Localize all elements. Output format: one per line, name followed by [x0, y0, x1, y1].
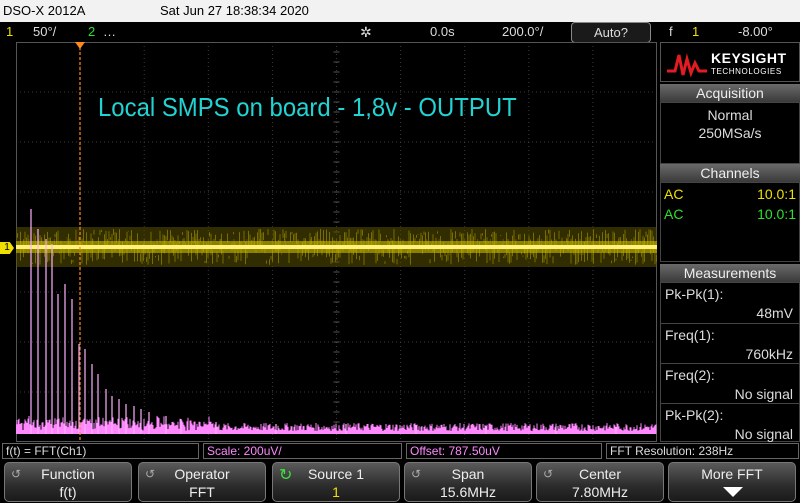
source1-softkey[interactable]: ↻ Source 1 1 — [272, 462, 400, 502]
softkey-value: 1 — [332, 484, 340, 500]
softkey-label: Source 1 — [307, 466, 365, 482]
time-delay[interactable]: 0.0s — [430, 24, 455, 39]
brand-name: KEYSIGHT — [711, 50, 787, 66]
math-offset: Offset: 787.50uV — [406, 443, 602, 459]
measurement-label: Freq(2): — [665, 367, 715, 383]
softkey-label: Operator — [174, 466, 230, 482]
measurement-value: 48mV — [756, 305, 793, 321]
status-bar: 1 50°/ 2 … ✲ 0.0s 200.0°/ f 1 -8.00° — [0, 22, 800, 42]
annotation-text[interactable]: Local SMPS on board - 1,8v - OUTPUT — [98, 92, 517, 123]
center-softkey[interactable]: ↺ Center 7.80MHz — [536, 462, 664, 502]
measurement-label: Pk-Pk(1): — [665, 286, 724, 302]
math-scale: Scale: 200uV/ — [203, 443, 402, 459]
model-name: DSO-X 2012A — [3, 3, 86, 18]
ch1-number[interactable]: 1 — [6, 24, 13, 39]
measurement-value: No signal — [734, 426, 793, 442]
softkey-value: f(t) — [59, 484, 77, 500]
span-softkey[interactable]: ↺ Span 15.6MHz — [404, 462, 532, 502]
operator-softkey[interactable]: ↺ Operator FFT — [138, 462, 266, 502]
measurement-item[interactable]: Freq(1): 760kHz — [661, 323, 799, 364]
channel-probe: 10.0:1 — [757, 206, 796, 222]
channel-row: AC 10.0:1 — [664, 206, 796, 222]
datetime: Sat Jun 27 18:38:34 2020 — [160, 3, 309, 18]
channel-coupling: AC — [664, 206, 684, 222]
function-softkey[interactable]: ↺ Function f(t) — [4, 462, 132, 502]
acquisition-header[interactable]: Acquisition — [660, 84, 800, 102]
measurements-header[interactable]: Measurements — [660, 264, 800, 282]
measurement-label: Pk-Pk(2): — [665, 407, 724, 423]
down-arrow-icon — [723, 487, 743, 497]
softkey-label: Center — [578, 466, 622, 482]
fft-resolution: FFT Resolution: 238Hz — [606, 443, 799, 459]
ch2-scale[interactable]: … — [103, 24, 116, 39]
acquisition-body: Normal 250MSa/s — [660, 102, 800, 164]
channel-probe: 10.0:1 — [757, 186, 796, 202]
softkey-label: Function — [41, 466, 95, 482]
channels-body: AC 10.0:1 AC 10.0:1 — [660, 182, 800, 262]
ch1-trace — [16, 227, 657, 267]
channel-marker-strip: 1 — [0, 42, 16, 442]
softkey-bar: ↺ Function f(t) ↺ Operator FFT ↻ Source … — [0, 461, 800, 503]
ch1-scale[interactable]: 50°/ — [33, 24, 56, 39]
measurement-item[interactable]: Pk-Pk(1): 48mV — [661, 283, 799, 323]
waveform-display[interactable]: Local SMPS on board - 1,8v - OUTPUT — [16, 42, 657, 442]
keysight-wave-icon — [667, 53, 707, 78]
ch1-marker-label: 1 — [4, 242, 10, 253]
more-fft-softkey[interactable]: More FFT — [668, 462, 796, 502]
trigger-level[interactable]: -8.00° — [738, 24, 773, 39]
channel-coupling: AC — [664, 186, 684, 202]
math-info-bar: f(t) = FFT(Ch1) Scale: 200uV/ Offset: 78… — [0, 443, 800, 460]
trigger-edge-icon: f — [669, 24, 673, 39]
time-scale[interactable]: 200.0°/ — [502, 24, 543, 39]
softkey-label: More FFT — [701, 466, 763, 482]
channels-header[interactable]: Channels — [660, 164, 800, 182]
sample-rate: 250MSa/s — [698, 125, 762, 141]
title-bar: DSO-X 2012A Sat Jun 27 18:38:34 2020 — [0, 0, 800, 22]
math-function: f(t) = FFT(Ch1) — [2, 443, 199, 459]
measurement-label: Freq(1): — [665, 327, 715, 343]
softkey-value: 15.6MHz — [439, 484, 497, 500]
brand-sub: TECHNOLOGIES — [711, 67, 782, 76]
measurement-value: 760kHz — [745, 346, 793, 362]
acquisition-mode: Normal — [707, 107, 753, 123]
measurement-value: No signal — [734, 386, 793, 402]
softkey-label: Span — [451, 466, 485, 482]
ch2-number[interactable]: 2 — [88, 24, 95, 39]
measurements-body: Pk-Pk(1): 48mV Freq(1): 760kHz Freq(2): … — [660, 282, 800, 442]
softkey-value: FFT — [189, 484, 215, 500]
ch1-ground-marker[interactable]: 1 — [0, 242, 14, 254]
measurement-item[interactable]: Freq(2): No signal — [661, 363, 799, 404]
info-panel: KEYSIGHT TECHNOLOGIES Acquisition Normal… — [660, 42, 800, 442]
channel-row: AC 10.0:1 — [664, 186, 796, 202]
trigger-mode-button[interactable]: Auto? — [571, 22, 651, 43]
measurement-item[interactable]: Pk-Pk(2): No signal — [661, 403, 799, 443]
trigger-position-marker — [75, 42, 85, 49]
trigger-channel: 1 — [692, 24, 700, 39]
keysight-logo: KEYSIGHT TECHNOLOGIES — [660, 42, 800, 82]
run-indicator-icon: ✲ — [360, 24, 372, 40]
softkey-value: 7.80MHz — [571, 484, 629, 500]
